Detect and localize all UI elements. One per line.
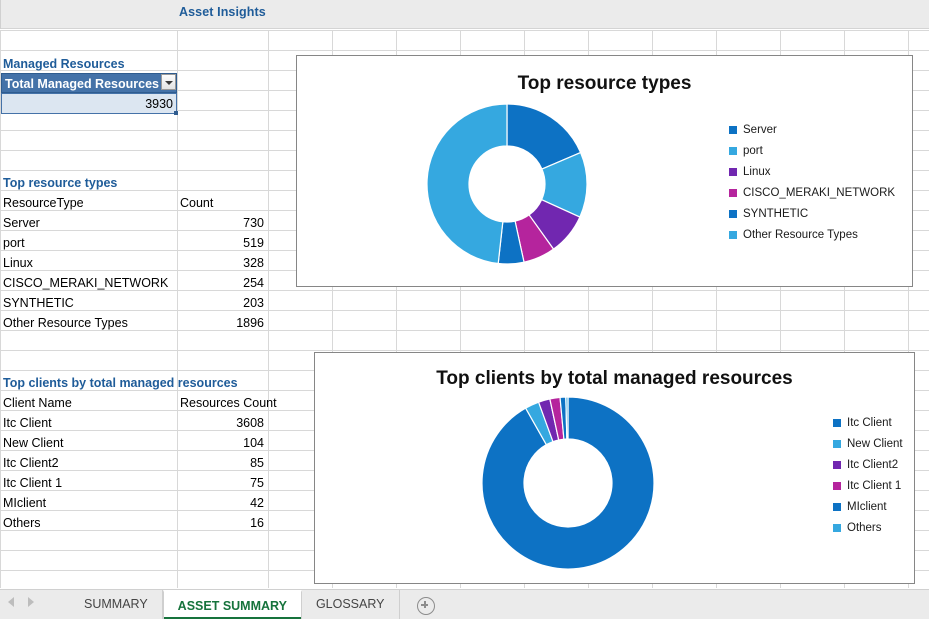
- table-row: 75: [250, 476, 264, 490]
- chart-title-top-clients: Top clients by total managed resources: [436, 368, 793, 389]
- legend-swatch-icon: [729, 147, 737, 155]
- table-row: 519: [243, 236, 264, 250]
- legend-item[interactable]: Linux: [729, 166, 895, 178]
- next-sheet-icon[interactable]: [28, 597, 34, 607]
- grid-row-line: [0, 50, 929, 51]
- fill-handle[interactable]: [174, 111, 178, 115]
- filter-dropdown-icon[interactable]: [161, 74, 176, 90]
- prev-sheet-icon[interactable]: [8, 597, 14, 607]
- legend-swatch-icon: [729, 126, 737, 134]
- table-row: 254: [243, 276, 264, 290]
- legend-swatch-icon: [833, 461, 841, 469]
- legend-swatch-icon: [729, 168, 737, 176]
- spreadsheet-app: Asset Insights Managed Resources Total Ma…: [0, 0, 929, 619]
- legend-swatch-icon: [729, 231, 737, 239]
- legend-label: Itc Client: [847, 417, 892, 429]
- legend-label: Server: [743, 124, 777, 136]
- grid-row-line: [0, 30, 929, 31]
- legend-item[interactable]: Itc Client: [833, 417, 903, 429]
- grid-row-line: [0, 350, 929, 351]
- table-row: 85: [250, 456, 264, 470]
- legend-label: port: [743, 145, 763, 157]
- table-row: 104: [243, 436, 264, 450]
- legend-item[interactable]: SYNTHETIC: [729, 208, 895, 220]
- table-row: 328: [243, 256, 264, 270]
- sheet-tabs: SUMMARY ASSET SUMMARY GLOSSARY: [70, 590, 400, 619]
- grid-column-line: [268, 30, 269, 588]
- table-row: 203: [243, 296, 264, 310]
- donut-resource-types: [426, 103, 588, 265]
- legend-label: Linux: [743, 166, 771, 178]
- legend-swatch-icon: [833, 440, 841, 448]
- legend-item[interactable]: Itc Client2: [833, 459, 903, 471]
- legend-swatch-icon: [729, 189, 737, 197]
- table-row: 1896: [236, 316, 264, 330]
- legend-top-clients: Itc Client New Client Itc Client2 Itc Clien…: [833, 417, 903, 543]
- legend-item[interactable]: port: [729, 145, 895, 157]
- legend-swatch-icon: [833, 482, 841, 490]
- chart-top-clients[interactable]: Top clients by total managed resources I…: [314, 352, 915, 584]
- pie-slice[interactable]: [426, 103, 508, 265]
- legend-swatch-icon: [833, 524, 841, 532]
- legend-swatch-icon: [833, 503, 841, 511]
- legend-item[interactable]: Other Resource Types: [729, 229, 895, 241]
- donut-top-clients: [481, 396, 655, 570]
- resources-count-column-header: Resources Count: [180, 396, 277, 410]
- legend-item[interactable]: MIclient: [833, 501, 903, 513]
- chart-title-resource-types: Top resource types: [517, 73, 692, 94]
- legend-label: Itc Client2: [847, 459, 899, 471]
- title-banner: Asset Insights: [0, 0, 929, 29]
- count-column-header: Count: [180, 196, 214, 210]
- total-managed-resources-header[interactable]: Total Managed Resources: [1, 73, 177, 93]
- managed-resources-heading: Managed Resources: [3, 57, 125, 71]
- legend-item[interactable]: Others: [833, 522, 903, 534]
- legend-label: SYNTHETIC: [743, 208, 809, 220]
- legend-item[interactable]: New Client: [833, 438, 903, 450]
- table-row: 3608: [236, 416, 264, 430]
- sheet-nav-arrows[interactable]: [8, 597, 34, 607]
- sheet-tab-asset-summary[interactable]: ASSET SUMMARY: [162, 590, 302, 619]
- legend-item[interactable]: CISCO_MERAKI_NETWORK: [729, 187, 895, 199]
- pie-slice[interactable]: [565, 396, 569, 440]
- legend-label: Itc Client 1: [847, 480, 902, 492]
- legend-swatch-icon: [729, 210, 737, 218]
- sheet-tab-glossary[interactable]: GLOSSARY: [302, 590, 400, 619]
- legend-item[interactable]: Itc Client 1: [833, 480, 903, 492]
- legend-label: Other Resource Types: [743, 229, 858, 241]
- legend-label: CISCO_MERAKI_NETWORK: [743, 187, 896, 199]
- sheet-tab-bar: SUMMARY ASSET SUMMARY GLOSSARY: [0, 589, 929, 619]
- client-name-column-header: Client Name: [3, 396, 72, 410]
- legend-label: Others: [847, 522, 882, 534]
- chart-top-resource-types[interactable]: Top resource types Server port Linux CISCO_…: [296, 55, 913, 287]
- table-row: 42: [250, 496, 264, 510]
- legend-item[interactable]: Server: [729, 124, 895, 136]
- legend-swatch-icon: [833, 419, 841, 427]
- add-sheet-icon[interactable]: [417, 597, 435, 615]
- total-managed-resources-value: 3930: [145, 97, 173, 111]
- sheet-tab-summary[interactable]: SUMMARY: [70, 590, 163, 619]
- table-row: 16: [250, 516, 264, 530]
- resource-type-column-header: ResourceType: [3, 196, 84, 210]
- table-row: 730: [243, 216, 264, 230]
- top-clients-heading: Top clients by total managed resources: [3, 376, 238, 390]
- legend-resource-types: Server port Linux CISCO_MERAKI_NETWORK SYNTH…: [729, 124, 895, 250]
- legend-label: New Client: [847, 438, 903, 450]
- legend-label: MIclient: [847, 501, 887, 513]
- page-title: Asset Insights: [179, 5, 266, 19]
- top-resource-types-heading: Top resource types: [3, 176, 118, 190]
